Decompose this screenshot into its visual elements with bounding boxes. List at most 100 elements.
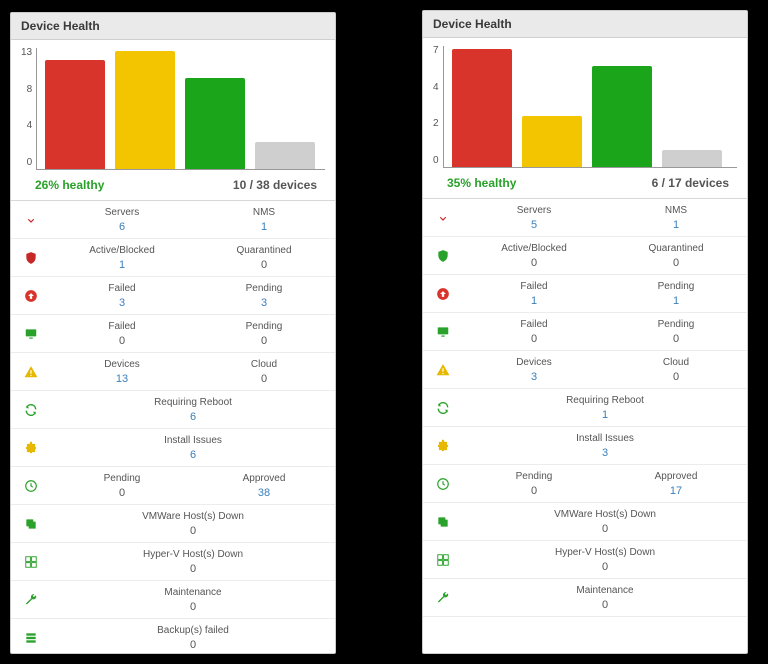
metric-cell[interactable]: Install Issues3 [463,432,747,460]
metric-label: Cloud [605,356,747,370]
metric-label: Install Issues [51,434,335,448]
metric-value: 0 [463,522,747,536]
metric-cell: Maintenance0 [51,586,335,614]
metric-row: Hyper-V Host(s) Down0 [423,541,747,579]
vm-icon [423,515,463,529]
bar-healthy[interactable] [185,78,245,169]
metric-value[interactable]: 1 [605,218,747,232]
metric-cell: Pending0 [463,470,605,498]
metric-cell: Maintenance0 [463,584,747,612]
bar-chart[interactable]: 13840 [21,48,325,170]
row-body: Requiring Reboot6 [51,396,335,424]
hv-icon [11,555,51,569]
metric-value[interactable]: 6 [51,220,193,234]
down-arrow-icon [423,211,463,225]
wrench-icon [11,593,51,607]
metric-cell[interactable]: Pending1 [605,280,747,308]
row-body: Hyper-V Host(s) Down0 [463,546,747,574]
metric-row: Install Issues6 [11,429,335,467]
bar-healthy[interactable] [592,66,652,167]
metric-value: 0 [463,560,747,574]
metric-row: VMWare Host(s) Down0 [11,505,335,543]
metric-value[interactable]: 38 [193,486,335,500]
bar-chart[interactable]: 7420 [433,46,737,168]
metric-value[interactable]: 1 [193,220,335,234]
row-body: Servers6NMS1 [51,206,335,234]
y-tick: 7 [433,46,439,56]
metric-cell[interactable]: NMS1 [605,204,747,232]
metric-cell[interactable]: Requiring Reboot6 [51,396,335,424]
metric-value[interactable]: 5 [463,218,605,232]
bar-warning[interactable] [115,51,175,169]
hv-icon [423,553,463,567]
metric-cell[interactable]: Devices3 [463,356,605,384]
metric-row: Maintenance0 [423,579,747,617]
metric-row: Failed0Pending0 [423,313,747,351]
device-health-panel: Device Health742035% healthy6 / 17 devic… [422,10,748,654]
device-count: 10 / 38 devices [233,178,317,192]
metric-label: Active/Blocked [463,242,605,256]
metric-label: Failed [51,282,193,296]
bar-critical[interactable] [452,49,512,167]
metric-cell[interactable]: Approved38 [193,472,335,500]
metric-value[interactable]: 1 [605,294,747,308]
bar-other[interactable] [662,150,722,167]
metric-label: Failed [51,320,193,334]
metric-value[interactable]: 6 [51,448,335,462]
metric-cell[interactable]: Pending3 [193,282,335,310]
metric-value: 0 [193,258,335,272]
row-body: Maintenance0 [51,586,335,614]
metric-row: VMWare Host(s) Down0 [423,503,747,541]
metric-cell[interactable]: Devices13 [51,358,193,386]
metric-value: 0 [51,562,335,576]
y-tick: 0 [433,156,439,166]
metric-value[interactable]: 1 [463,408,747,422]
down-arrow-icon [11,213,51,227]
metric-value[interactable]: 3 [463,370,605,384]
metric-row: Servers6NMS1 [11,201,335,239]
metric-cell: VMWare Host(s) Down0 [463,508,747,536]
metric-value[interactable]: 13 [51,372,193,386]
bar-other[interactable] [255,142,315,169]
metric-cell[interactable]: Servers5 [463,204,605,232]
metric-row: Active/Blocked1Quarantined0 [11,239,335,277]
metric-cell: Hyper-V Host(s) Down0 [463,546,747,574]
metric-value[interactable]: 17 [605,484,747,498]
row-body: Maintenance0 [463,584,747,612]
metric-cell: Backup(s) failed0 [51,624,335,652]
metric-value: 0 [463,598,747,612]
metric-value[interactable]: 1 [51,258,193,272]
metric-cell: Pending0 [605,318,747,346]
metric-value[interactable]: 1 [463,294,605,308]
metric-label: Pending [193,282,335,296]
metric-cell[interactable]: Install Issues6 [51,434,335,462]
metric-value[interactable]: 3 [51,296,193,310]
metric-value[interactable]: 3 [463,446,747,460]
metric-row: Pending0Approved17 [423,465,747,503]
bars [36,48,325,170]
metric-value[interactable]: 3 [193,296,335,310]
metric-cell[interactable]: Active/Blocked1 [51,244,193,272]
metric-cell[interactable]: Failed3 [51,282,193,310]
metric-row: Hyper-V Host(s) Down0 [11,543,335,581]
row-body: Servers5NMS1 [463,204,747,232]
row-body: VMWare Host(s) Down0 [51,510,335,538]
bar-critical[interactable] [45,60,105,169]
metric-value[interactable]: 6 [51,410,335,424]
y-tick: 4 [21,121,32,131]
metric-cell[interactable]: Approved17 [605,470,747,498]
metric-cell[interactable]: Requiring Reboot1 [463,394,747,422]
row-body: Devices3Cloud0 [463,356,747,384]
chart-area: 7420 [423,38,747,172]
metric-label: Pending [605,280,747,294]
metric-cell[interactable]: Failed1 [463,280,605,308]
healthy-pct: 35% healthy [447,176,516,190]
metric-cell: Pending0 [51,472,193,500]
metric-cell[interactable]: NMS1 [193,206,335,234]
metric-value: 0 [51,524,335,538]
metric-cell[interactable]: Servers6 [51,206,193,234]
metric-row: Install Issues3 [423,427,747,465]
metric-row: Failed3Pending3 [11,277,335,315]
metric-rows: Servers5NMS1Active/Blocked0Quarantined0F… [423,199,747,617]
bar-warning[interactable] [522,116,582,167]
